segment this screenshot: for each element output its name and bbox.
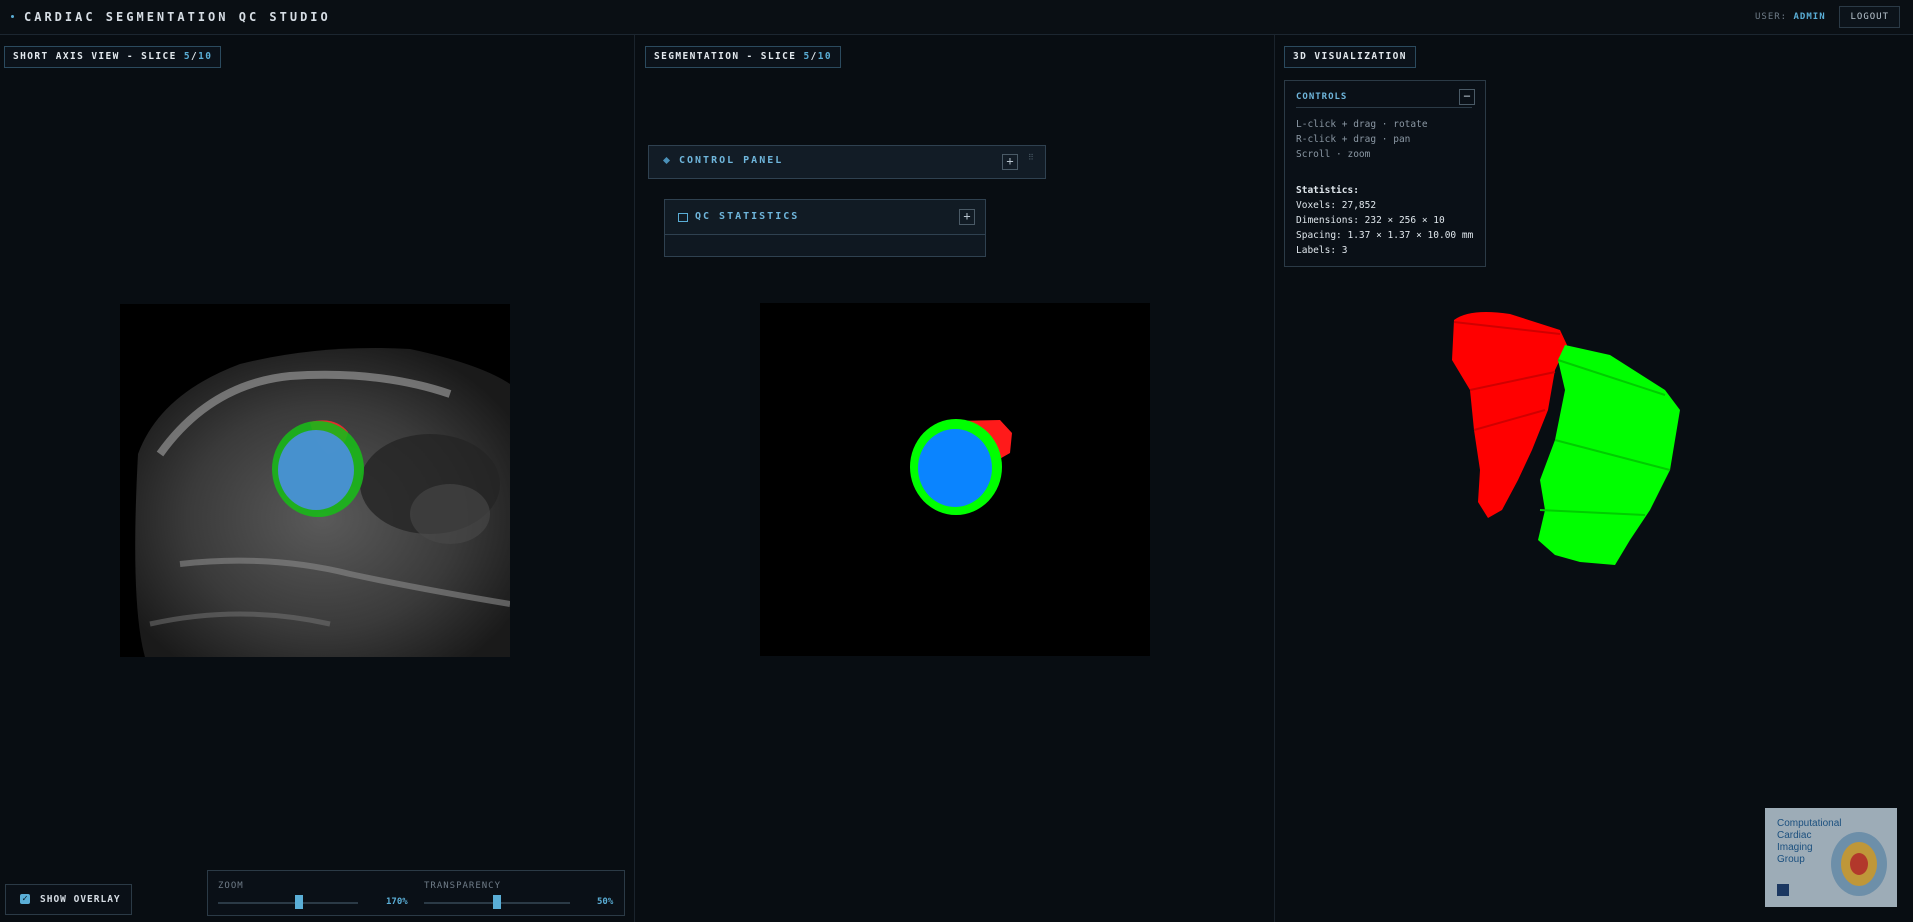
control-panel-title: CONTROL PANEL xyxy=(679,155,784,166)
zoom-value: 170% xyxy=(386,897,408,907)
app-title: CARDIAC SEGMENTATION QC STUDIO xyxy=(24,10,331,24)
checkbox-checked-icon[interactable]: ✓ xyxy=(20,894,30,904)
zoom-slider-knob[interactable] xyxy=(295,895,304,909)
zoom-slider-track[interactable] xyxy=(218,902,358,904)
segmentation-svg xyxy=(760,303,1150,656)
expand-icon[interactable]: + xyxy=(959,209,975,225)
show-overlay-toggle[interactable]: ✓ SHOW OVERLAY xyxy=(5,884,132,915)
control-panel-header[interactable]: CONTROL PANEL + ⠿ xyxy=(648,145,1046,179)
mri-image[interactable] xyxy=(120,304,510,657)
transparency-label: TRANSPARENCY xyxy=(424,881,502,891)
diamond-icon xyxy=(662,156,671,165)
mri-svg xyxy=(120,304,510,657)
group-logo: Computational Cardiac Imaging Group xyxy=(1765,808,1897,907)
short-axis-label-text: SHORT AXIS VIEW - SLICE xyxy=(13,51,177,62)
user-info: USER: ADMIN xyxy=(1755,12,1826,22)
institution-crest-icon xyxy=(1777,884,1789,896)
controls-title: CONTROLS xyxy=(1296,92,1348,102)
hint-zoom: Scroll · zoom xyxy=(1296,149,1371,160)
stat-spacing: Spacing: 1.37 × 1.37 × 10.00 mm xyxy=(1296,230,1474,241)
viz-label: 3D VISUALIZATION xyxy=(1284,46,1416,68)
stat-labels: Labels: 3 xyxy=(1296,245,1348,256)
divider xyxy=(1296,107,1472,108)
hint-pan: R-click + drag · pan xyxy=(1296,134,1411,145)
panel-divider xyxy=(1274,35,1275,922)
segmentation-label-text: SEGMENTATION - SLICE xyxy=(654,51,797,62)
stat-dimensions: Dimensions: 232 × 256 × 10 xyxy=(1296,215,1445,226)
short-axis-label: SHORT AXIS VIEW - SLICE 5/10 xyxy=(4,46,222,68)
drag-handle-icon[interactable]: ⠿ xyxy=(1028,154,1034,167)
user-name: ADMIN xyxy=(1793,12,1826,22)
seg-slice-current: 5 xyxy=(803,51,811,62)
qc-statistics-panel: QC STATISTICS + xyxy=(664,199,986,257)
stats-title: Statistics: xyxy=(1296,185,1359,196)
collapse-icon[interactable]: − xyxy=(1459,89,1475,105)
segmentation-image[interactable] xyxy=(760,303,1150,656)
slice-current: 5 xyxy=(183,51,191,62)
qc-statistics-header[interactable]: QC STATISTICS + xyxy=(665,200,985,235)
title-dot-icon xyxy=(11,15,14,18)
transparency-slider-knob[interactable] xyxy=(493,895,501,909)
expand-icon[interactable]: + xyxy=(1002,154,1018,170)
segmentation-label: SEGMENTATION - SLICE 5/10 xyxy=(645,46,842,68)
hint-rotate: L-click + drag · rotate xyxy=(1296,119,1428,130)
3d-heart-render[interactable] xyxy=(1440,300,1690,590)
panel-divider xyxy=(634,35,635,922)
seg-slice-total: 10 xyxy=(817,51,833,62)
top-bar: CARDIAC SEGMENTATION QC STUDIO USER: ADM… xyxy=(0,0,1913,35)
stat-voxels: Voxels: 27,852 xyxy=(1296,200,1377,211)
zoom-label: ZOOM xyxy=(218,881,244,891)
user-prefix: USER: xyxy=(1755,12,1788,22)
heart-logo-icon xyxy=(1831,832,1887,896)
logout-button[interactable]: LOGOUT xyxy=(1839,6,1900,28)
slider-panel: ZOOM 170% TRANSPARENCY 50% xyxy=(207,870,625,916)
qc-statistics-title: QC STATISTICS xyxy=(695,211,800,222)
transparency-value: 50% xyxy=(597,897,614,907)
panel-icon xyxy=(678,213,688,222)
slice-total: 10 xyxy=(198,51,213,62)
controls-box: CONTROLS − L-click + drag · rotate R-cli… xyxy=(1284,80,1486,267)
show-overlay-label: SHOW OVERLAY xyxy=(40,894,121,905)
